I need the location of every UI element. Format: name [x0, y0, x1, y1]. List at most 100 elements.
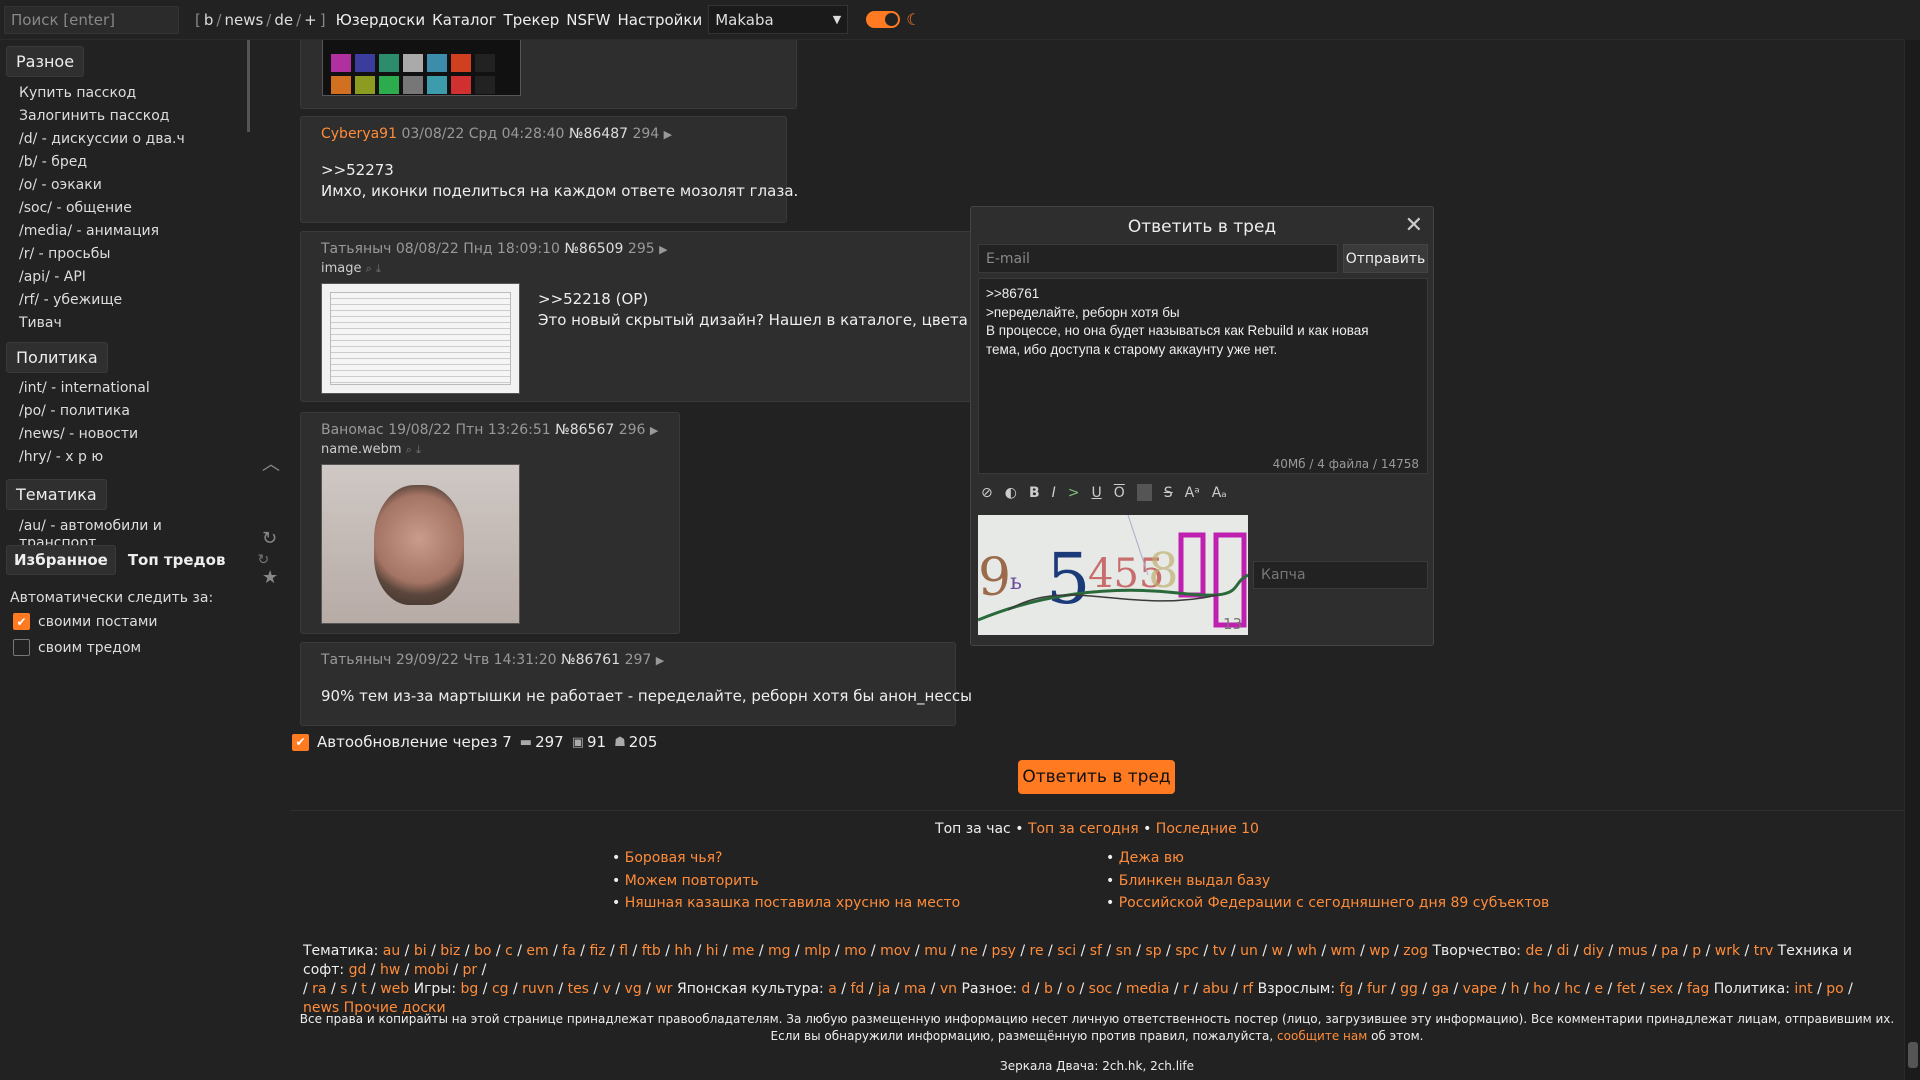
board-link-psy[interactable]: psy	[991, 943, 1015, 959]
board-link-s[interactable]: s	[340, 981, 347, 997]
spoiler-button[interactable]	[1136, 484, 1152, 501]
board-link-di[interactable]: di	[1557, 943, 1570, 959]
email-field[interactable]	[978, 244, 1338, 273]
follow-posts-checkbox[interactable]: ✔	[13, 613, 30, 630]
board-link-hi[interactable]: hi	[706, 943, 719, 959]
post-number[interactable]: №86567	[555, 422, 614, 438]
captcha-field[interactable]	[1253, 561, 1428, 589]
board-link-wm[interactable]: wm	[1331, 943, 1356, 959]
board-link-ma[interactable]: ma	[904, 981, 926, 997]
sidebar-section-politics[interactable]: Политика	[6, 342, 108, 373]
board-link-fiz[interactable]: fiz	[589, 943, 605, 959]
download-icon[interactable]: ⤓	[416, 443, 421, 456]
page-scrollbar[interactable]	[1904, 40, 1920, 1080]
board-link-media[interactable]: media	[1126, 981, 1170, 997]
board-link-ja[interactable]: ja	[878, 981, 890, 997]
board-link-pr[interactable]: pr	[463, 962, 478, 978]
sidebar-item-media[interactable]: /media/ - анимация	[0, 220, 250, 243]
nav-settings[interactable]: Настройки	[617, 11, 702, 29]
autoupdate-checkbox[interactable]: ✔	[292, 733, 309, 751]
board-link-sex[interactable]: sex	[1649, 981, 1673, 997]
board-link-ra[interactable]: ra	[312, 981, 326, 997]
play-icon[interactable]: ▶	[659, 243, 667, 256]
nav-tracker[interactable]: Трекер	[504, 11, 560, 29]
post-author[interactable]: Ваномас	[321, 422, 384, 438]
board-link-fg[interactable]: fg	[1340, 981, 1354, 997]
strike-button[interactable]: S	[1164, 485, 1173, 501]
sidebar-item-login-passcode[interactable]: Залогинить пасскод	[0, 105, 250, 128]
board-link-mu[interactable]: mu	[924, 943, 947, 959]
superscript-button[interactable]: Aᵃ	[1185, 485, 1200, 501]
sidebar-item-api[interactable]: /api/ - API	[0, 266, 250, 289]
board-link-sn[interactable]: sn	[1116, 943, 1132, 959]
board-link-fd[interactable]: fd	[850, 981, 864, 997]
top-thread-link[interactable]: Дежа вю	[1119, 850, 1184, 866]
reply-link[interactable]: >>52273	[321, 161, 394, 179]
board-link-gd[interactable]: gd	[349, 962, 367, 978]
board-link-de[interactable]: de	[274, 11, 293, 29]
video-thumbnail[interactable]	[321, 464, 520, 624]
sidebar-item-rf[interactable]: /rf/ - убежище	[0, 289, 250, 312]
nav-catalog[interactable]: Каталог	[432, 11, 496, 29]
send-button[interactable]: Отправить	[1343, 244, 1428, 273]
sidebar-item-po[interactable]: /po/ - политика	[0, 400, 250, 423]
play-icon[interactable]: ▶	[650, 424, 658, 437]
board-link-au[interactable]: au	[383, 943, 400, 959]
sidebar-item-d[interactable]: /d/ - дискуссии о два.ч	[0, 128, 250, 151]
sidebar-item-int[interactable]: /int/ - international	[0, 377, 250, 400]
board-link-v[interactable]: v	[603, 981, 611, 997]
board-link-wh[interactable]: wh	[1297, 943, 1317, 959]
board-link-em[interactable]: em	[526, 943, 548, 959]
post-thumbnail[interactable]	[322, 38, 521, 96]
board-link-zog[interactable]: zog	[1403, 943, 1428, 959]
sidebar-item-soc[interactable]: /soc/ - общение	[0, 197, 250, 220]
scrollbar-thumb[interactable]	[1908, 1042, 1918, 1068]
download-icon[interactable]: ⤓	[376, 262, 381, 275]
tab-top-threads[interactable]: Топ тредов	[128, 551, 226, 569]
sidebar-item-news[interactable]: /news/ - новости	[0, 423, 250, 446]
board-link-wp[interactable]: wp	[1369, 943, 1389, 959]
board-link-web[interactable]: web	[380, 981, 409, 997]
draw-icon[interactable]: ◐	[1005, 485, 1017, 501]
sidebar-item-b[interactable]: /b/ - бред	[0, 151, 250, 174]
top-thread-link[interactable]: Няшная казашка поставила хрусню на место	[625, 895, 961, 911]
board-link-po[interactable]: po	[1826, 981, 1843, 997]
tab-favorites[interactable]: Избранное	[6, 545, 116, 575]
top-thread-link[interactable]: Российской Федерации с сегодняшнего дня …	[1119, 895, 1550, 911]
nav-nsfw[interactable]: NSFW	[566, 11, 610, 29]
board-link-mus[interactable]: mus	[1618, 943, 1648, 959]
file-name[interactable]: name.webm	[321, 442, 402, 457]
board-link-pa[interactable]: pa	[1661, 943, 1678, 959]
board-link-h[interactable]: h	[1511, 981, 1520, 997]
search-input[interactable]	[4, 5, 179, 34]
board-link-vn[interactable]: vn	[940, 981, 957, 997]
board-link-c[interactable]: c	[505, 943, 513, 959]
board-link-d[interactable]: d	[1021, 981, 1030, 997]
board-link-fag[interactable]: fag	[1687, 981, 1709, 997]
file-name[interactable]: image	[321, 261, 362, 276]
chevron-up-icon[interactable]: ︿	[262, 450, 280, 476]
board-link-mg[interactable]: mg	[768, 943, 791, 959]
board-link-ho[interactable]: ho	[1533, 981, 1550, 997]
board-link-p[interactable]: p	[1692, 943, 1701, 959]
board-link-bi[interactable]: bi	[414, 943, 427, 959]
board-link-add[interactable]: +	[304, 11, 317, 29]
theme-toggle[interactable]	[866, 11, 901, 28]
board-link-de[interactable]: de	[1525, 943, 1543, 959]
board-link-mobi[interactable]: mobi	[414, 962, 449, 978]
sidebar-item-tivach[interactable]: Тивач	[0, 312, 250, 335]
board-link-o[interactable]: o	[1066, 981, 1075, 997]
underline-button[interactable]: U	[1092, 485, 1102, 501]
post-author[interactable]: Татьяныч	[321, 652, 391, 668]
board-link-mov[interactable]: mov	[880, 943, 911, 959]
report-link[interactable]: сообщите нам	[1277, 1029, 1367, 1043]
board-link-biz[interactable]: biz	[440, 943, 460, 959]
board-link-news[interactable]: news	[224, 11, 263, 29]
board-link-vg[interactable]: vg	[625, 981, 642, 997]
board-link-rf[interactable]: rf	[1242, 981, 1253, 997]
subscript-button[interactable]: Aₐ	[1212, 485, 1227, 501]
play-icon[interactable]: ▶	[664, 128, 672, 141]
board-link-t[interactable]: t	[361, 981, 367, 997]
top-thread-link[interactable]: Блинкен выдал базу	[1119, 873, 1270, 889]
board-link-un[interactable]: un	[1240, 943, 1258, 959]
